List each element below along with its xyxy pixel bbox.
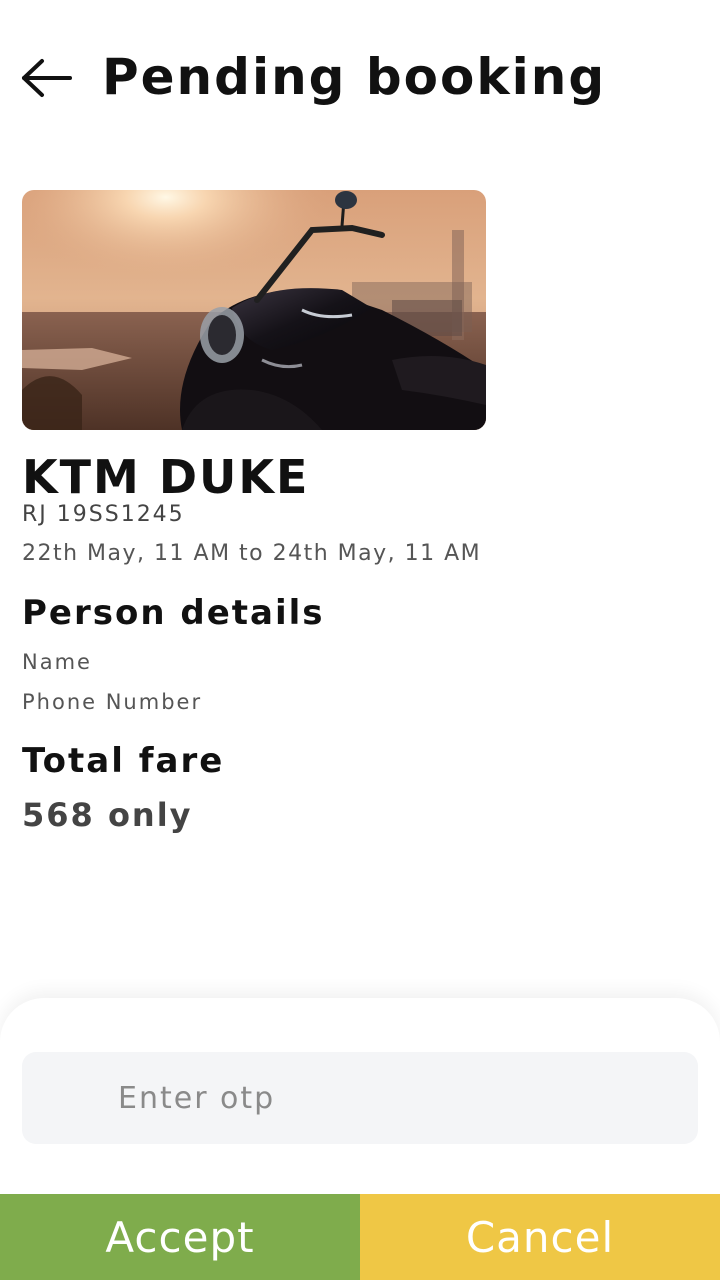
person-name-label: Name [22, 650, 92, 674]
page-title: Pending booking [102, 48, 607, 106]
total-fare-heading: Total fare [22, 741, 225, 781]
vehicle-name: KTM DUKE [22, 450, 310, 504]
otp-input[interactable] [22, 1052, 698, 1144]
person-phone-label: Phone Number [22, 690, 203, 714]
booking-period: 22th May, 11 AM to 24th May, 11 AM [22, 541, 482, 566]
action-bar: Accept Cancel [0, 1194, 720, 1280]
motorcycle-photo [22, 190, 486, 430]
otp-field[interactable] [22, 1052, 698, 1144]
cancel-button[interactable]: Cancel [360, 1194, 720, 1280]
pending-booking-screen: Pending booking KTM DUKE RJ 19SS1245 22t… [0, 0, 720, 1280]
total-fare-value: 568 only [22, 796, 193, 834]
app-header: Pending booking [0, 40, 720, 120]
accept-button[interactable]: Accept [0, 1194, 360, 1280]
vehicle-plate: RJ 19SS1245 [22, 502, 185, 527]
person-details-heading: Person details [22, 593, 325, 633]
back-button[interactable] [18, 56, 74, 100]
arrow-left-icon [22, 59, 72, 97]
